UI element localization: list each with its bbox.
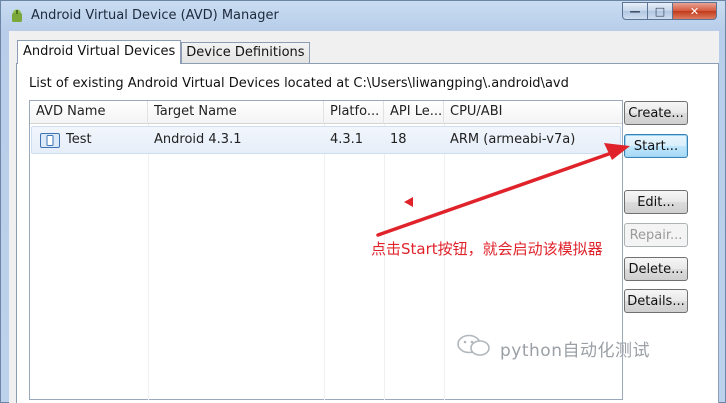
close-icon: ✕ xyxy=(689,4,700,18)
cpu-abi-cell: ARM (armeabi-v7a) xyxy=(450,132,576,147)
start-button[interactable]: Start... xyxy=(624,134,688,158)
watermark-text: python自动化测试 xyxy=(500,341,650,361)
table-header: AVD Name Target Name Platfo... API Le...… xyxy=(30,101,622,124)
android-app-icon xyxy=(12,9,22,22)
details-button[interactable]: Details... xyxy=(624,289,688,313)
title-bar[interactable]: Android Virtual Device (AVD) Manager — □… xyxy=(1,1,725,31)
create-button[interactable]: Create... xyxy=(624,101,688,125)
minimize-button[interactable]: — xyxy=(622,2,648,20)
target-name-cell: Android 4.3.1 xyxy=(154,132,242,147)
column-header-platform[interactable]: Platfo... xyxy=(324,101,384,124)
avd-name-cell: Test xyxy=(66,132,92,147)
close-button[interactable]: ✕ xyxy=(673,2,717,20)
api-level-cell: 18 xyxy=(390,132,407,147)
column-header-avd-name[interactable]: AVD Name xyxy=(30,101,148,124)
tab-android-virtual-devices[interactable]: Android Virtual Devices xyxy=(17,40,182,64)
annotation-text: 点击Start按钮，就会启动该模拟器 xyxy=(371,240,603,258)
maximize-button[interactable]: □ xyxy=(648,2,673,20)
avd-location-label: List of existing Android Virtual Devices… xyxy=(29,76,569,91)
maximize-icon: □ xyxy=(654,4,666,18)
avd-device-icon xyxy=(40,133,60,148)
platform-cell: 4.3.1 xyxy=(330,132,364,147)
tab-strip: Android Virtual Devices Device Definitio… xyxy=(17,39,310,64)
delete-button[interactable]: Delete... xyxy=(624,257,688,281)
column-divider xyxy=(444,124,445,400)
edit-button[interactable]: Edit... xyxy=(624,190,688,214)
tab-device-definitions[interactable]: Device Definitions xyxy=(181,42,310,63)
column-header-cpu-abi[interactable]: CPU/ABI xyxy=(444,101,622,124)
caption-buttons: — □ ✕ xyxy=(622,2,717,20)
minimize-icon: — xyxy=(629,4,641,18)
window-title: Android Virtual Device (AVD) Manager xyxy=(31,8,279,23)
repair-button[interactable]: Repair... xyxy=(624,223,688,247)
table-row[interactable]: Test Android 4.3.1 4.3.1 18 ARM (armeabi… xyxy=(31,126,621,154)
column-header-target-name[interactable]: Target Name xyxy=(148,101,324,124)
column-divider xyxy=(384,124,385,400)
column-header-api-level[interactable]: API Le... xyxy=(384,101,444,124)
column-divider xyxy=(324,124,325,400)
column-divider xyxy=(148,124,149,400)
wechat-icon xyxy=(457,334,490,356)
